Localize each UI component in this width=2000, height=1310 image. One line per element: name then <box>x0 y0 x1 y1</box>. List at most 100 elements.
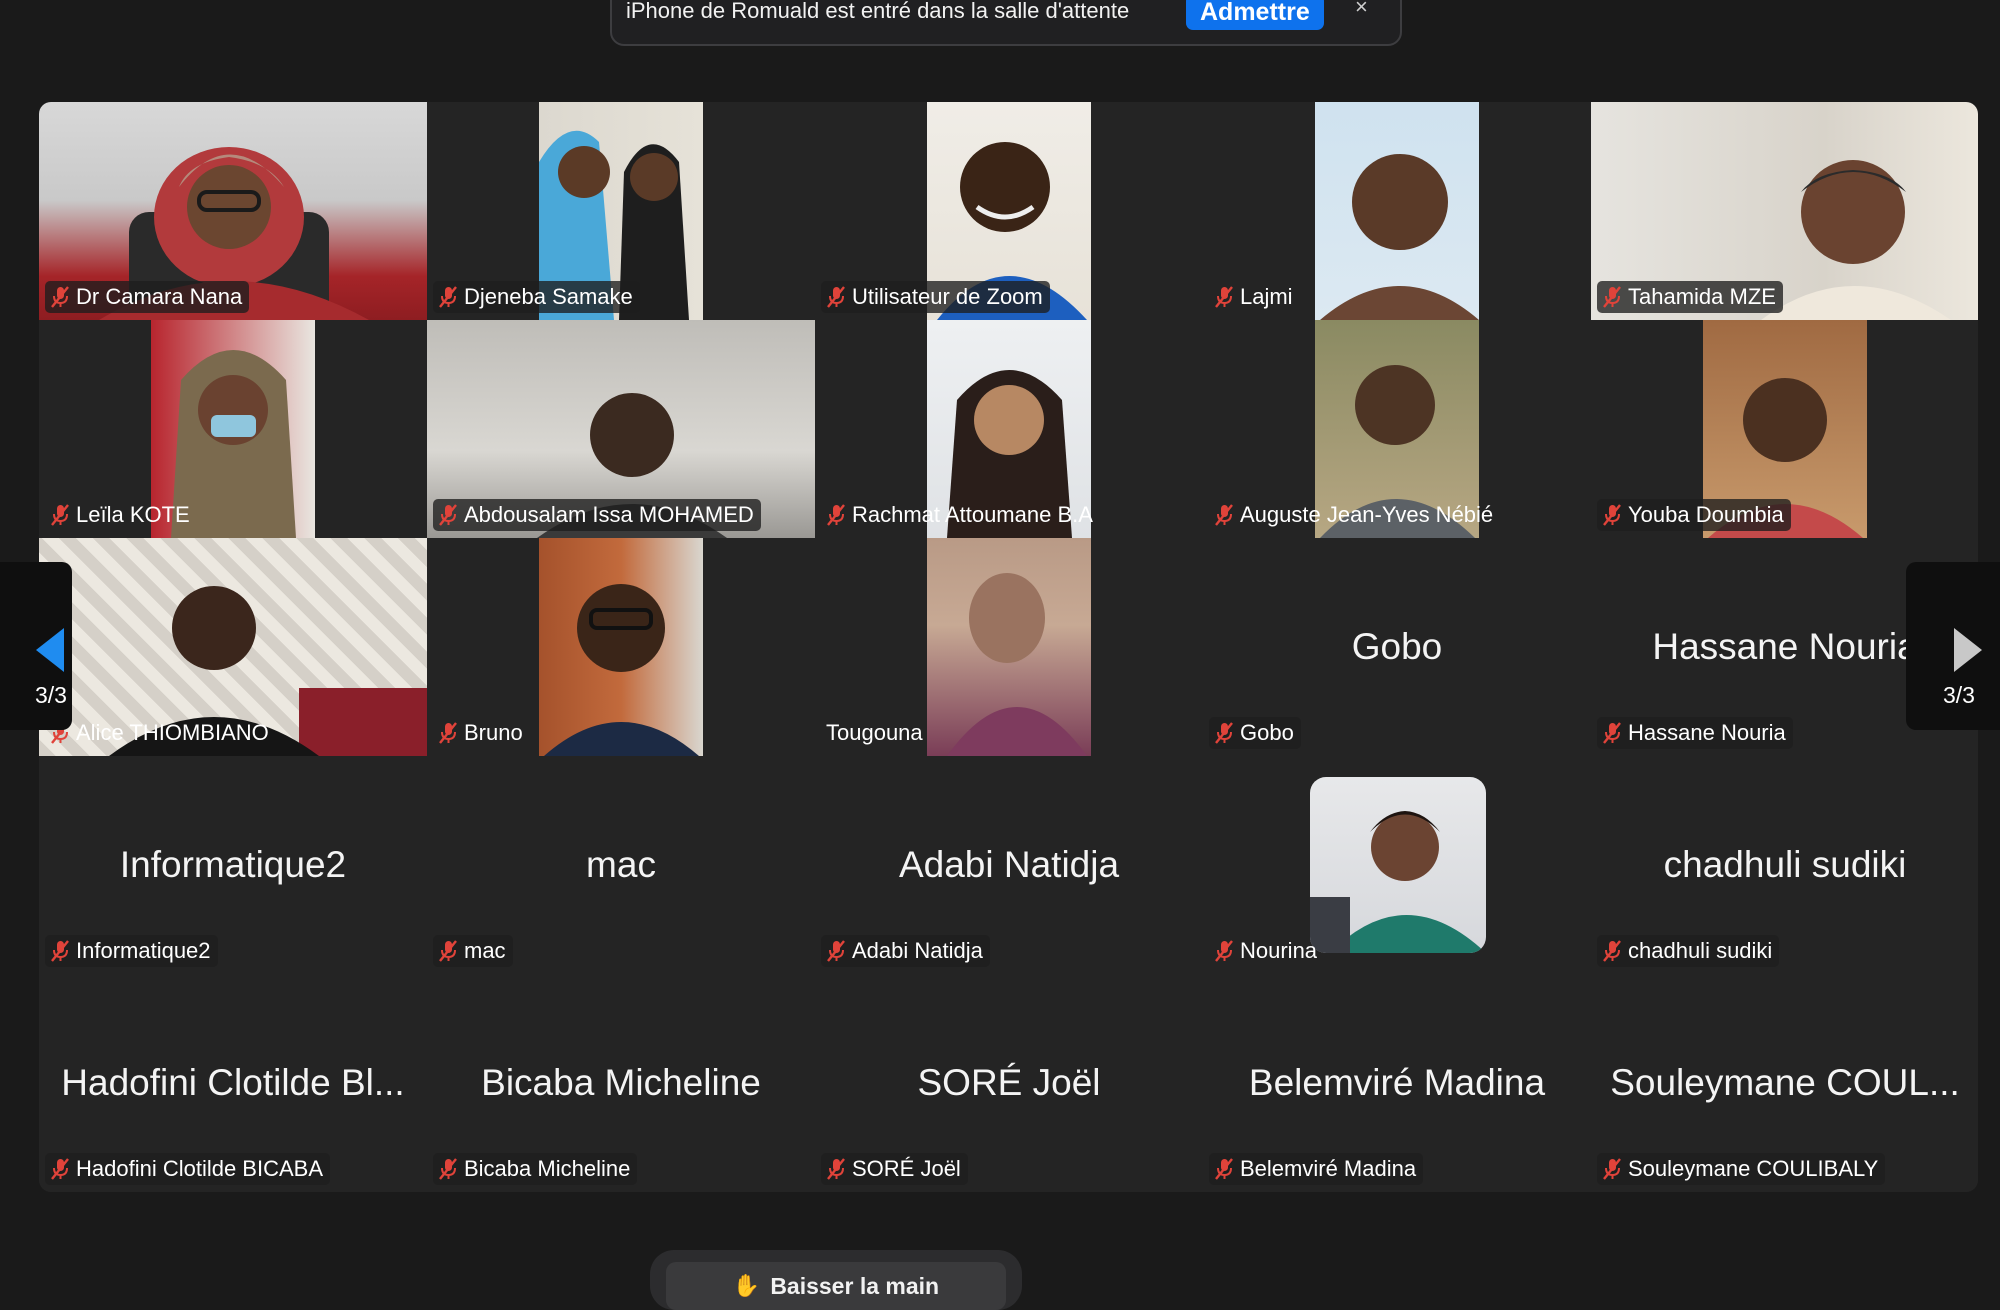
participant-name-label: Djeneba Samake <box>433 281 640 313</box>
participant-tile[interactable]: Abdousalam Issa MOHAMED <box>427 320 815 538</box>
muted-mic-icon <box>1603 940 1621 962</box>
muted-mic-icon <box>1215 1158 1233 1180</box>
participant-name: chadhuli sudiki <box>1628 938 1773 963</box>
participant-tile[interactable]: Bruno <box>427 538 815 756</box>
muted-mic-icon <box>439 940 457 962</box>
participant-display-name: Souleymane COUL... <box>1610 1062 1960 1103</box>
participant-name-label: Hassane Nouria <box>1597 717 1793 749</box>
video-feed <box>1315 102 1479 320</box>
participant-name: Youba Doumbia <box>1628 502 1784 527</box>
video-feed <box>539 538 703 756</box>
participant-name-label: Hadofini Clotilde BICABA <box>45 1153 331 1185</box>
participant-display-name: SORÉ Joël <box>917 1062 1101 1103</box>
participant-display-name: chadhuli sudiki <box>1663 844 1907 885</box>
participant-name: Hadofini Clotilde BICABA <box>76 1156 324 1181</box>
participant-tile[interactable]: Belemviré Madina Belemviré Madina <box>1203 974 1591 1192</box>
participant-name-label: Bicaba Micheline <box>433 1153 638 1185</box>
muted-mic-icon <box>439 1158 457 1180</box>
participant-name: Nourina <box>1240 938 1318 963</box>
participant-name-label: Souleymane COULIBALY <box>1597 1153 1886 1185</box>
participant-tile[interactable]: Djeneba Samake <box>427 102 815 320</box>
muted-mic-icon <box>51 1158 69 1180</box>
muted-mic-icon <box>827 504 845 526</box>
participant-tile[interactable]: mac mac <box>427 756 815 974</box>
gallery-grid: Dr Camara Nana Djeneba Samake Utilisateu… <box>39 102 1978 1192</box>
participant-tile[interactable]: Informatique2 Informatique2 <box>39 756 427 974</box>
close-icon[interactable]: × <box>1355 0 1368 20</box>
participant-name: Alice THIOMBIANO <box>76 720 269 745</box>
person-silhouette <box>544 584 699 756</box>
participant-tile[interactable]: Souleymane COUL... Souleymane COULIBALY <box>1591 974 1978 1192</box>
next-page-button[interactable]: 3/3 <box>1906 562 2000 730</box>
participant-tile[interactable]: SORÉ Joël SORÉ Joël <box>815 974 1203 1192</box>
muted-mic-icon <box>1603 504 1621 526</box>
muted-mic-icon <box>827 940 845 962</box>
participant-name-label: Abdousalam Issa MOHAMED <box>433 499 761 531</box>
lower-hand-button[interactable]: ✋ Baisser la main <box>666 1262 1006 1310</box>
muted-mic-icon <box>827 1158 845 1180</box>
participant-tile[interactable]: chadhuli sudiki chadhuli sudiki <box>1591 756 1978 974</box>
video-feed <box>927 538 1091 756</box>
participant-tile[interactable]: Leïla KOTE <box>39 320 427 538</box>
participant-name: Bicaba Micheline <box>464 1156 631 1181</box>
participant-name-label: Informatique2 <box>45 935 218 967</box>
participant-name-label: Utilisateur de Zoom <box>821 281 1050 313</box>
participant-name: Leïla KOTE <box>76 502 190 527</box>
participant-name: mac <box>464 938 506 963</box>
participant-name: Belemviré Madina <box>1240 1156 1417 1181</box>
participant-tile[interactable]: Lajmi <box>1203 102 1591 320</box>
participant-name: Bruno <box>464 720 523 745</box>
participant-tile[interactable]: Alice THIOMBIANO <box>39 538 427 756</box>
participant-tile[interactable]: Dr Camara Nana <box>39 102 427 320</box>
participant-tile[interactable]: Tahamida MZE <box>1591 102 1978 320</box>
participant-tile[interactable]: Tougouna <box>815 538 1203 756</box>
muted-mic-icon <box>1603 286 1621 308</box>
participant-name: Gobo <box>1240 720 1294 745</box>
participant-name-label: Alice THIOMBIANO <box>45 717 276 749</box>
participant-name: Hassane Nouria <box>1628 720 1786 745</box>
participant-tile[interactable]: Hadofini Clotilde Bl... Hadofini Clotild… <box>39 974 427 1192</box>
participant-tile[interactable]: Youba Doumbia <box>1591 320 1978 538</box>
participant-tile[interactable]: Utilisateur de Zoom <box>815 102 1203 320</box>
waiting-room-message: iPhone de Romuald est entré dans la sall… <box>626 0 1130 23</box>
avatar <box>1310 777 1486 953</box>
person-silhouette <box>1320 154 1479 320</box>
participant-name: Dr Camara Nana <box>76 284 243 309</box>
participant-tile[interactable]: Gobo Gobo <box>1203 538 1591 756</box>
participant-name-label: mac <box>433 935 513 967</box>
participant-name-label: Bruno <box>433 717 530 749</box>
muted-mic-icon <box>439 286 457 308</box>
muted-mic-icon <box>1215 504 1233 526</box>
participant-tile[interactable]: Rachmat Attoumane B.A <box>815 320 1203 538</box>
participant-tile[interactable]: Auguste Jean-Yves Nébié <box>1203 320 1591 538</box>
participant-tile[interactable]: Bicaba Micheline Bicaba Micheline <box>427 974 815 1192</box>
muted-mic-icon <box>1215 940 1233 962</box>
participant-name-label: Belemviré Madina <box>1209 1153 1424 1185</box>
participant-name: SORÉ Joël <box>852 1156 961 1181</box>
participant-name-label: SORÉ Joël <box>821 1153 968 1185</box>
page-indicator: 3/3 <box>1943 682 1975 708</box>
previous-page-button[interactable]: 3/3 <box>0 562 72 730</box>
muted-mic-icon <box>1603 1158 1621 1180</box>
muted-mic-icon <box>1603 722 1621 744</box>
participant-tile[interactable]: Nourina <box>1203 756 1591 974</box>
page-indicator: 3/3 <box>35 682 67 708</box>
triangle-left-icon <box>36 628 64 672</box>
participant-name-label: Youba Doumbia <box>1597 499 1791 531</box>
muted-mic-icon <box>1215 286 1233 308</box>
muted-mic-icon <box>51 504 69 526</box>
participant-tile[interactable]: Adabi Natidja Adabi Natidja <box>815 756 1203 974</box>
participant-display-name: mac <box>586 844 656 885</box>
participant-name: Informatique2 <box>76 938 211 963</box>
participant-display-name: Gobo <box>1351 626 1443 667</box>
participant-name-label: Tougouna <box>821 717 930 749</box>
participant-name: Rachmat Attoumane B.A <box>852 502 1093 527</box>
lower-hand-label: Baisser la main <box>770 1272 940 1299</box>
participant-display-name: Bicaba Micheline <box>481 1062 761 1103</box>
participant-name-label: Tahamida MZE <box>1597 281 1783 313</box>
participant-name-label: Leïla KOTE <box>45 499 197 531</box>
muted-mic-icon <box>439 722 457 744</box>
participant-name: Utilisateur de Zoom <box>852 284 1043 309</box>
participant-name: Souleymane COULIBALY <box>1628 1156 1879 1181</box>
admit-button[interactable]: Admettre <box>1186 0 1324 30</box>
